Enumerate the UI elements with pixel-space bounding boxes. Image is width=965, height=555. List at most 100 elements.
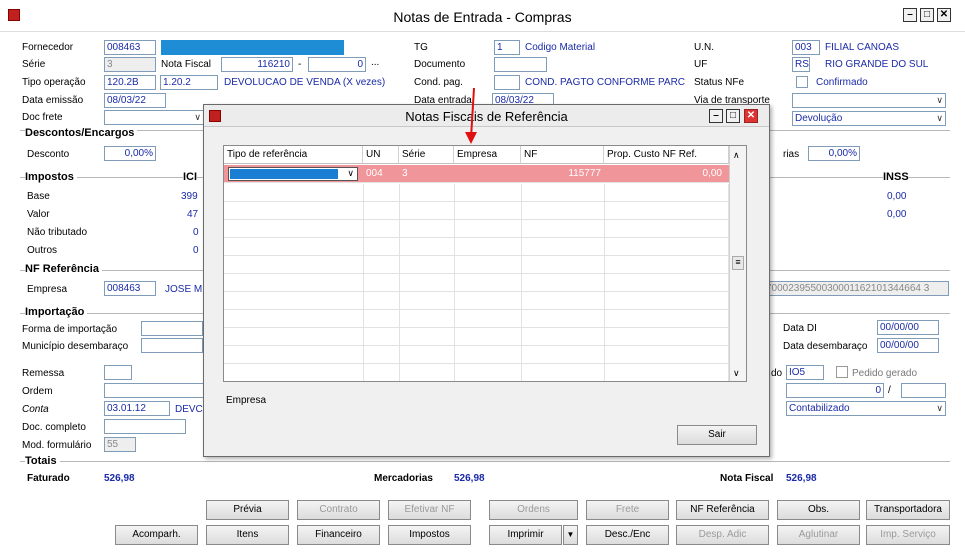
obs-button[interactable]: Obs. (777, 500, 860, 520)
acompanh-button[interactable]: Acomparh. (115, 525, 198, 545)
col-un[interactable]: UN (363, 146, 399, 164)
valor-label: Valor (27, 209, 50, 220)
empty-row (224, 346, 729, 364)
remessa-field[interactable] (104, 365, 132, 380)
documento-label: Documento (414, 59, 466, 70)
ordens-button[interactable]: Ordens (489, 500, 578, 520)
via-transporte-select[interactable]: ∨ (792, 93, 946, 108)
devolucao-select[interactable]: Devolução ∨ (792, 111, 946, 126)
cond-pag-field[interactable] (494, 75, 520, 90)
contrato-button[interactable]: Contrato (297, 500, 380, 520)
chave-acesso-field[interactable]: 7000239550030001162101344664 3 (763, 281, 949, 296)
desconto-field[interactable]: 0,00% (104, 146, 156, 161)
col-tipo-referencia[interactable]: Tipo de referência (224, 146, 363, 164)
transportadora-button[interactable]: Transportadora (866, 500, 950, 520)
municipio-field[interactable] (141, 338, 203, 353)
status-nfe-checkbox[interactable] (796, 76, 808, 88)
nf-referencia-header: NF Referência (25, 263, 102, 275)
table-row[interactable]: ∨ 004 3 115777 0,00 (224, 165, 729, 183)
financeiro-button[interactable]: Financeiro (297, 525, 380, 545)
documento-field[interactable] (494, 57, 547, 72)
serie-field[interactable]: 3 (104, 57, 156, 72)
tg-field[interactable]: 1 (494, 40, 520, 55)
chevron-down-icon: ∨ (347, 168, 354, 178)
tipo-operacao-code-field[interactable]: 120.2B (104, 75, 156, 90)
tipo-referencia-select[interactable]: ∨ (228, 167, 358, 181)
maximize-icon[interactable]: □ (920, 8, 934, 22)
cond-pag-desc: COND. PAGTO CONFORME PARC (525, 77, 686, 88)
ellipsis-button[interactable]: ... (371, 57, 379, 68)
scroll-up-icon[interactable]: ∧ (733, 150, 740, 161)
seq2-field[interactable] (901, 383, 946, 398)
tipo-operacao-label: Tipo operação (22, 77, 86, 88)
doc-completo-label: Doc. completo (22, 422, 86, 433)
conta-code-field[interactable]: 03.01.12 (104, 401, 170, 416)
empty-row (224, 364, 729, 381)
nota-suffix-field[interactable]: 0 (308, 57, 366, 72)
previa-button[interactable]: Prévia (206, 500, 289, 520)
forma-importacao-field[interactable] (141, 321, 203, 336)
dialog-maximize-icon[interactable]: □ (726, 109, 740, 123)
doc-completo-field[interactable] (104, 419, 186, 434)
frete-button[interactable]: Frete (586, 500, 669, 520)
mod-formulario-field[interactable]: 55 (104, 437, 136, 452)
nota-fiscal-total-value: 526,98 (786, 473, 817, 484)
grid-scrollbar[interactable]: ∧ ≡ ∨ (729, 146, 746, 381)
data-di-field[interactable]: 00/00/00 (877, 320, 939, 335)
impostos-button[interactable]: Impostos (388, 525, 471, 545)
seq-field[interactable]: 0 (786, 383, 884, 398)
base-label: Base (27, 191, 50, 202)
empty-row (224, 310, 729, 328)
col-nf[interactable]: NF (521, 146, 604, 164)
pedido-gerado-checkbox[interactable] (836, 366, 848, 378)
empty-row (224, 202, 729, 220)
doc-frete-select[interactable]: ∨ (104, 110, 204, 125)
scroll-down-icon[interactable]: ∨ (733, 368, 740, 379)
imprimir-button[interactable]: Imprimir (489, 525, 562, 545)
close-icon[interactable]: ✕ (937, 8, 951, 22)
dialog-minimize-icon[interactable]: – (709, 109, 723, 123)
rias-label: rias (783, 149, 800, 160)
nota-fiscal-total-label: Nota Fiscal (720, 473, 774, 484)
empty-row (224, 238, 729, 256)
dialog-close-icon[interactable]: ✕ (744, 109, 758, 123)
devolucao-value: Devolução (795, 113, 843, 124)
data-emissao-field[interactable]: 08/03/22 (104, 93, 166, 108)
contabilizado-select[interactable]: Contabilizado ∨ (786, 401, 946, 416)
ordem-field[interactable] (104, 383, 204, 398)
tipo-operacao-code2-field[interactable]: 1.20.2 (160, 75, 218, 90)
itens-button[interactable]: Itens (206, 525, 289, 545)
nota-fiscal-label: Nota Fiscal (161, 59, 212, 70)
municipio-label: Município desembaraço (22, 341, 129, 352)
nf-referencia-button[interactable]: NF Referência (676, 500, 769, 520)
data-desembaraco-field[interactable]: 00/00/00 (877, 338, 939, 353)
uf-code-field[interactable]: RS (792, 57, 810, 72)
col-prop-custo[interactable]: Prop. Custo NF Ref. (604, 146, 729, 164)
minimize-icon[interactable]: – (903, 8, 917, 22)
sair-button[interactable]: Sair (677, 425, 757, 445)
valor-value: 47 (187, 209, 199, 220)
conta-desc: DEVC (175, 404, 203, 415)
desp-adic-button[interactable]: Desp. Adic (676, 525, 769, 545)
row-nf: 115777 (568, 168, 601, 179)
imprimir-dropdown-icon[interactable]: ▼ (563, 525, 578, 545)
un-code-field[interactable]: 003 (792, 40, 820, 55)
desc-enc-button[interactable]: Desc./Enc (586, 525, 669, 545)
efetivar-nf-button[interactable]: Efetivar NF (388, 500, 471, 520)
col-serie[interactable]: Série (399, 146, 454, 164)
aglutinar-button[interactable]: Aglutinar (777, 525, 860, 545)
chevron-down-icon: ∨ (194, 112, 201, 122)
nota-fiscal-field[interactable]: 116210 (221, 57, 293, 72)
fornecedor-code-field[interactable]: 008463 (104, 40, 156, 55)
window-title: Notas de Entrada - Compras (393, 9, 572, 25)
scroll-thumb[interactable]: ≡ (732, 256, 744, 270)
fornecedor-name-field[interactable] (161, 40, 344, 55)
mercadorias-value: 526,98 (454, 473, 485, 484)
do-label: do (771, 368, 783, 379)
base-value: 399 (181, 191, 198, 202)
col-empresa[interactable]: Empresa (454, 146, 521, 164)
imp-servico-button[interactable]: Imp. Serviço (866, 525, 950, 545)
rias-field[interactable]: 0,00% (808, 146, 860, 161)
do-field[interactable]: IO5 (786, 365, 824, 380)
empresa-code-field[interactable]: 008463 (104, 281, 156, 296)
